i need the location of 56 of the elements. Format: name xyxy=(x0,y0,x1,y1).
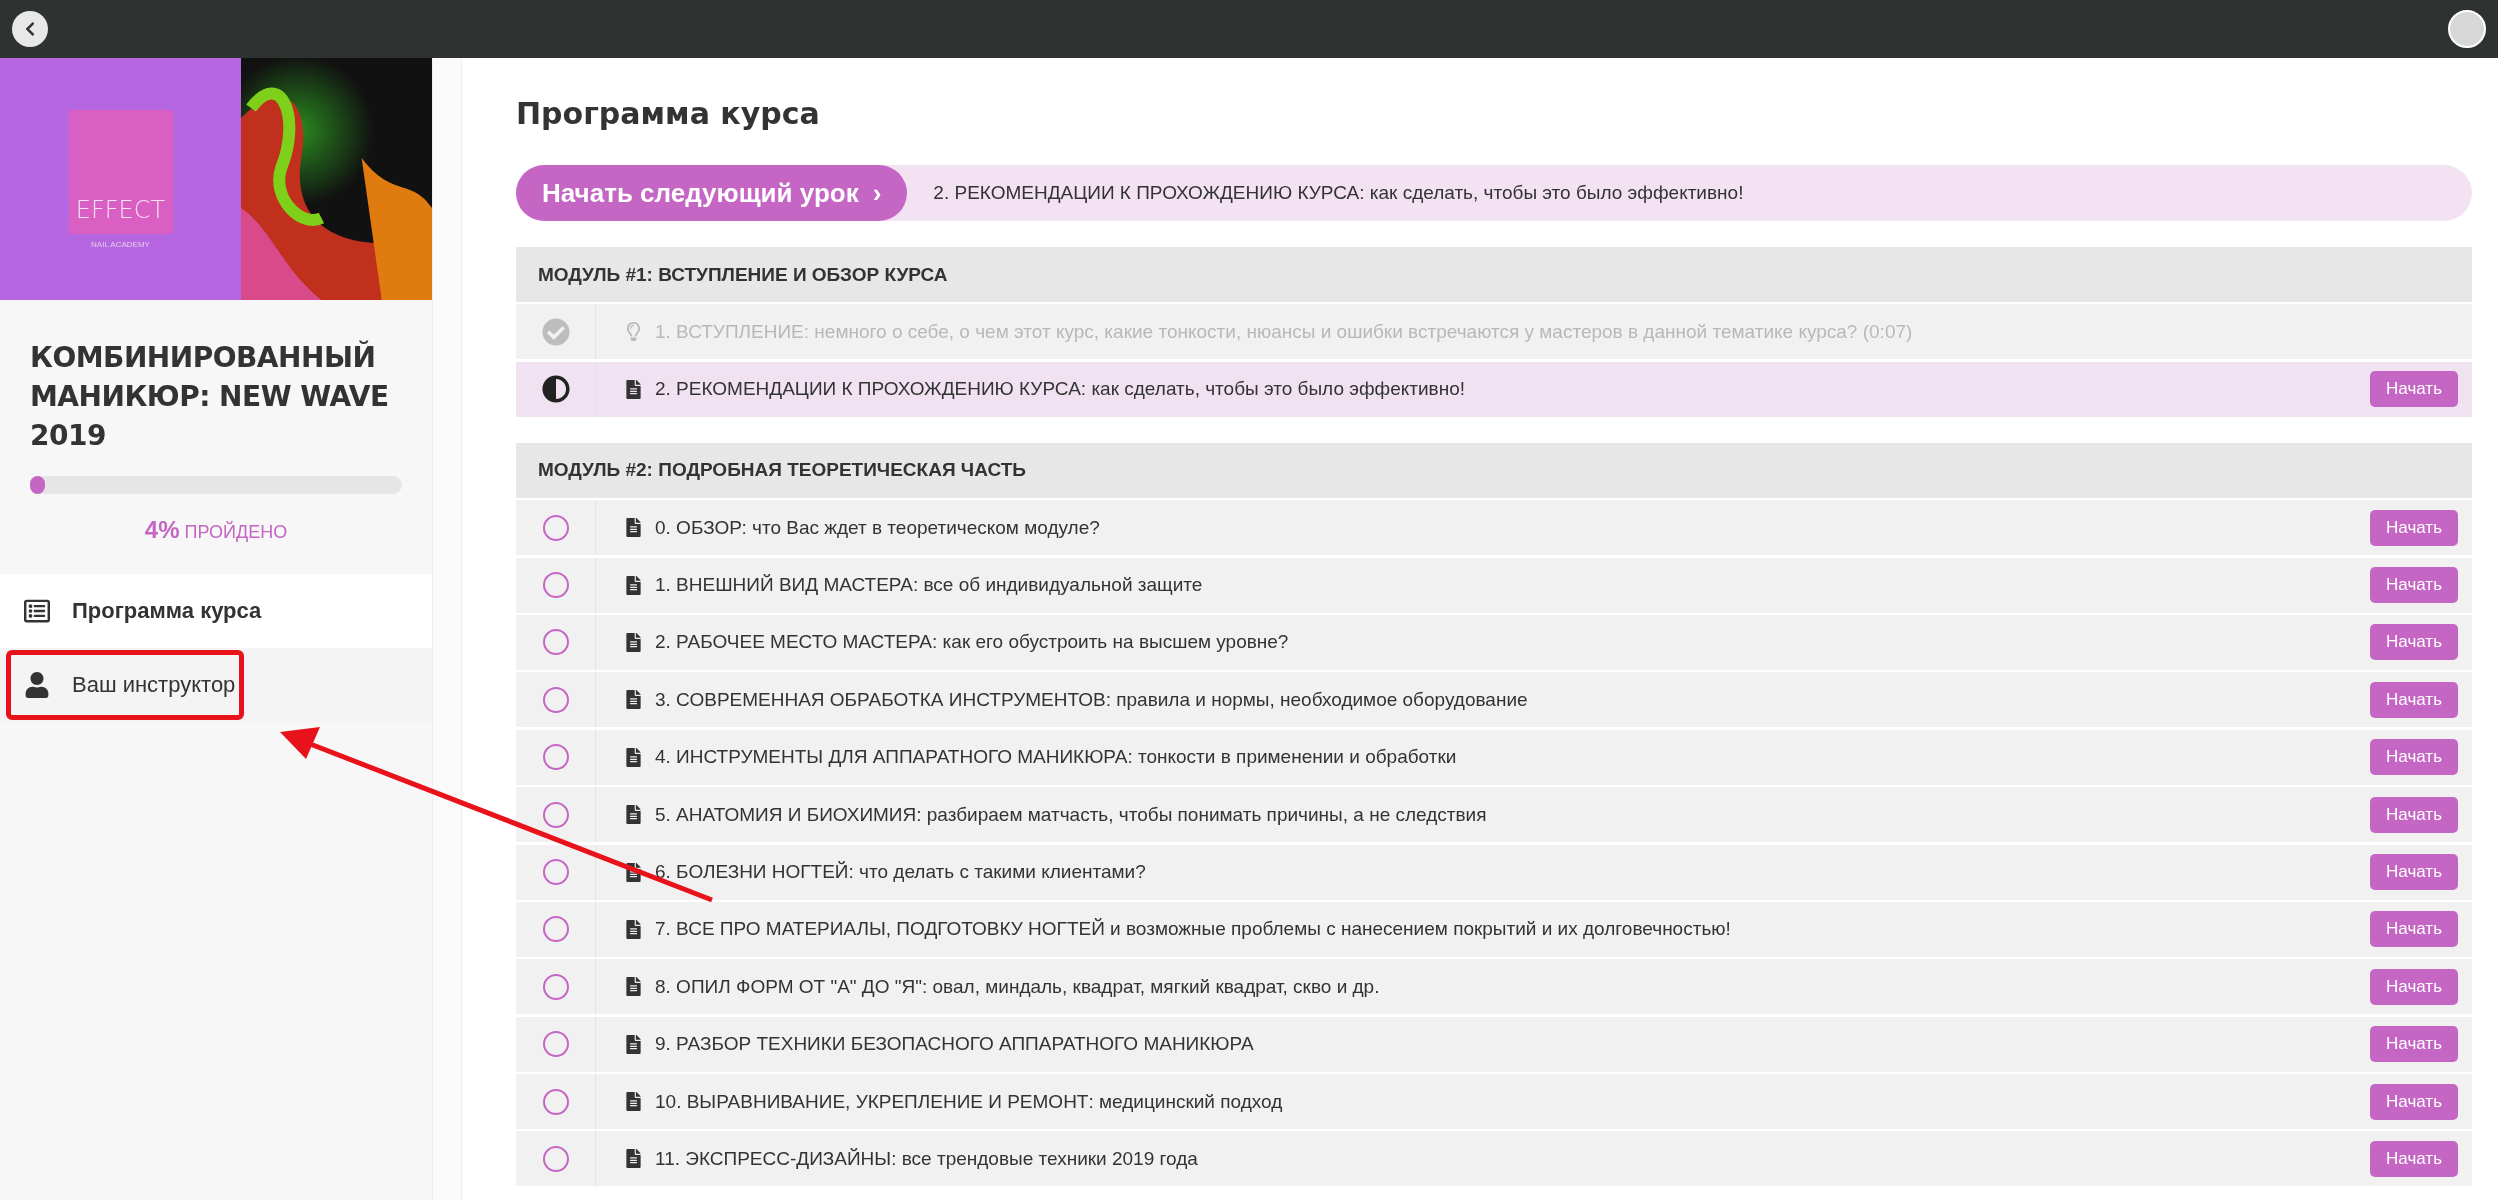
menu-label: Программа курса xyxy=(72,597,262,624)
lesson-row[interactable]: 6. БОЛЕЗНИ НОГТЕЙ: что делать с такими клиентами? Начать xyxy=(516,844,2472,900)
lesson-title: 8. ОПИЛ ФОРМ ОТ "А" ДО "Я": овал, миндаль, квадрат, мягкий квадрат, скво и др. xyxy=(655,975,1381,998)
lesson-row[interactable]: 2. РАБОЧЕЕ МЕСТО МАСТЕРА: как его обустроить на высшем уровне? Начать xyxy=(516,614,2472,670)
next-lesson-title: 2. РЕКОМЕНДАЦИИ К ПРОХОЖДЕНИЮ КУРСА: как сделать, чтобы это было эффективно! xyxy=(933,182,1744,204)
lightbulb-icon xyxy=(624,322,643,342)
lesson-title: 9. РАЗБОР ТЕХНИКИ БЕЗОПАСНОГО АППАРАТНОГО МАНИКЮРА xyxy=(655,1033,1255,1056)
document-icon xyxy=(624,518,643,538)
document-icon xyxy=(624,690,643,710)
back-button[interactable] xyxy=(12,11,48,47)
lesson-row[interactable]: 2. РЕКОМЕНДАЦИИ К ПРОХОЖДЕНИЮ КУРСА: как сделать, чтобы это было эффективно! Начать xyxy=(516,361,2472,417)
logo-tagline: NAIL ACADEMY xyxy=(91,239,150,249)
lesson-title: 4. ИНСТРУМЕНТЫ ДЛЯ АППАРАТНОГО МАНИКЮРА: тонкости в применении и обработки xyxy=(655,746,1458,769)
user-icon xyxy=(24,671,50,698)
avatar[interactable] xyxy=(2448,10,2486,48)
lesson-title: 5. АНАТОМИЯ И БИОХИМИЯ: разбираем матчасть, чтобы понимать причины, а не следствия xyxy=(655,803,1488,826)
document-icon xyxy=(624,575,643,595)
document-icon xyxy=(624,919,643,939)
lesson-title: 1. ВНЕШНИЙ ВИД МАСТЕРА: все об индивидуальной защите xyxy=(655,574,1204,597)
page-title: Программа курса xyxy=(516,96,821,131)
document-icon xyxy=(624,632,643,652)
lesson-title: 0. ОБЗОР: что Вас ждет в теоретическом модуле? xyxy=(655,516,1101,539)
lesson-row[interactable]: 1. ВНЕШНИЙ ВИД МАСТЕРА: все об индивидуальной защите Начать xyxy=(516,557,2472,613)
lesson-row[interactable]: 8. ОПИЛ ФОРМ ОТ "А" ДО "Я": овал, миндаль, квадрат, мягкий квадрат, скво и др. Начать xyxy=(516,959,2472,1015)
lesson-row[interactable]: 0. ОБЗОР: что Вас ждет в теоретическом модуле? Начать xyxy=(516,500,2472,556)
lesson-row[interactable]: 9. РАЗБОР ТЕХНИКИ БЕЗОПАСНОГО АППАРАТНОГО МАНИКЮРА Начать xyxy=(516,1016,2472,1072)
menu-label: Ваш инструктор xyxy=(72,671,236,698)
lesson-title: 2. РАБОЧЕЕ МЕСТО МАСТЕРА: как его обустроить на высшем уровне? xyxy=(655,631,1290,654)
document-icon xyxy=(624,1149,643,1169)
lesson-row[interactable]: 7. ВСЕ ПРО МАТЕРИАЛЫ, ПОДГОТОВКУ НОГТЕЙ и возможные проблемы с нанесением покрытий и их долговечностью! Начать xyxy=(516,901,2472,957)
document-icon xyxy=(624,977,643,997)
document-icon xyxy=(624,1034,643,1054)
lesson-title: 1. ВСТУПЛЕНИЕ: немного о себе, о чем этот курс, какие тонкости, нюансы и ошибки встречаются у мастеров в данной тематике курса? (0:07) xyxy=(655,320,1914,343)
module-header: МОДУЛЬ #2: ПОДРОБНАЯ ТЕОРЕТИЧЕСКАЯ ЧАСТЬ xyxy=(516,442,2472,498)
lesson-title: 2. РЕКОМЕНДАЦИИ К ПРОХОЖДЕНИЮ КУРСА: как сделать, чтобы это было эффективно! xyxy=(655,378,1467,401)
document-icon xyxy=(624,1092,643,1112)
document-icon xyxy=(624,379,643,399)
logo-name: EFFECT xyxy=(75,195,166,224)
course-title: КОМБИНИРОВАННЫЙ МАНИКЮР: NEW WAVE 2019 xyxy=(29,339,390,455)
lesson-row[interactable]: 3. СОВРЕМЕННАЯ ОБРАБОТКА ИНСТРУМЕНТОВ: правила и нормы, необходимое оборудование Начать xyxy=(516,672,2472,728)
lesson-title: 11. ЭКСПРЕСС-ДИЗАЙНЫ: все трендовые техники 2019 года xyxy=(655,1147,1199,1170)
sidebar-menu-item[interactable]: Программа курса xyxy=(0,573,432,648)
lesson-row[interactable]: 11. ЭКСПРЕСС-ДИЗАЙНЫ: все трендовые техники 2019 года Начать xyxy=(516,1131,2472,1187)
lesson-row[interactable]: 10. ВЫРАВНИВАНИЕ, УКРЕПЛЕНИЕ И РЕМОНТ: медицинский подход Начать xyxy=(516,1074,2472,1130)
document-icon xyxy=(624,747,643,767)
document-icon xyxy=(624,805,643,825)
lesson-row[interactable]: 4. ИНСТРУМЕНТЫ ДЛЯ АППАРАТНОГО МАНИКЮРА: тонкости в применении и обработки Начать xyxy=(516,729,2472,785)
document-icon xyxy=(624,862,643,882)
module-header: МОДУЛЬ #1: ВСТУПЛЕНИЕ И ОБЗОР КУРСА xyxy=(516,247,2472,302)
lesson-title: 7. ВСЕ ПРО МАТЕРИАЛЫ, ПОДГОТОВКУ НОГТЕЙ и возможные проблемы с нанесением покрытий и их долговечностью! xyxy=(655,918,1732,941)
list-icon xyxy=(24,597,50,624)
lesson-title: 3. СОВРЕМЕННАЯ ОБРАБОТКА ИНСТРУМЕНТОВ: правила и нормы, необходимое оборудование xyxy=(655,688,1529,711)
lesson-title: 6. БОЛЕЗНИ НОГТЕЙ: что делать с такими клиентами? xyxy=(655,861,1147,883)
lesson-title: 10. ВЫРАВНИВАНИЕ, УКРЕПЛЕНИЕ И РЕМОНТ: медицинский подход xyxy=(655,1090,1284,1113)
lesson-row[interactable]: 5. АНАТОМИЯ И БИОХИМИЯ: разбираем матчасть, чтобы понимать причины, а не следствия Начать xyxy=(516,787,2472,843)
progress-label: 4% ПРОЙДЕНО xyxy=(144,521,288,542)
